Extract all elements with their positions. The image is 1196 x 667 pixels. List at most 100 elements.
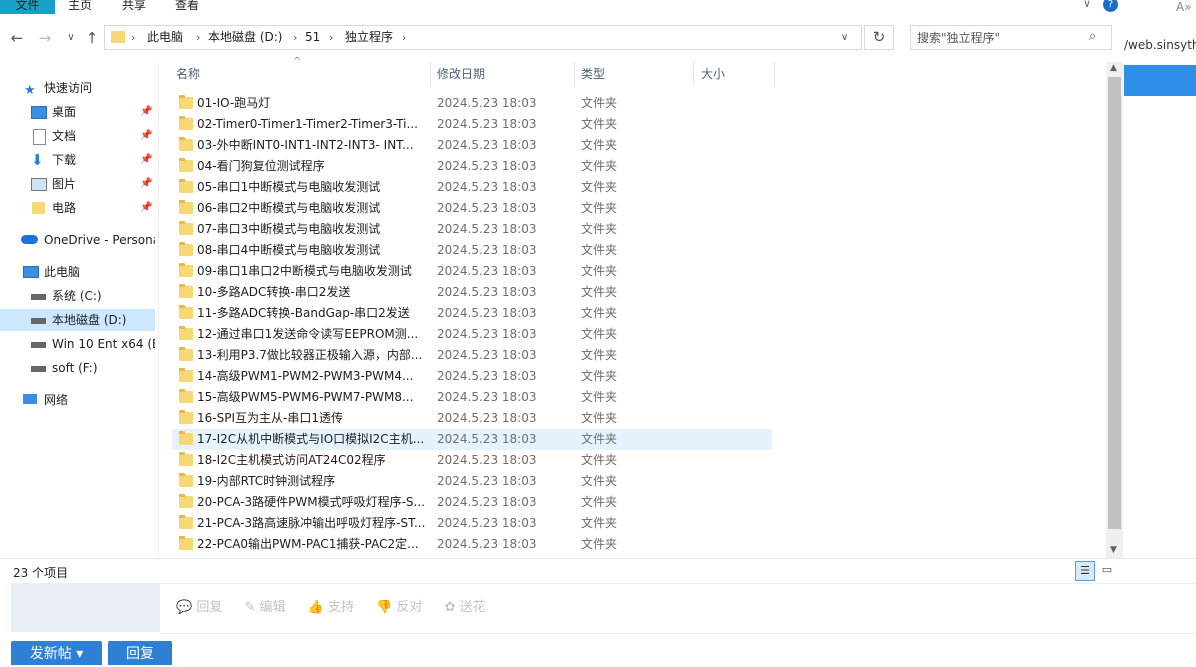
address-bar[interactable]: › 此电脑 › 本地磁盘 (D:) › 51 › 独立程序 › ∨ <box>104 25 862 50</box>
forward-icon[interactable]: → <box>34 26 56 50</box>
column-header-type[interactable]: 类型 <box>581 62 605 86</box>
folder-icon <box>32 202 45 214</box>
file-type: 文件夹 <box>581 369 618 383</box>
sidebar-drive-e[interactable]: Win 10 Ent x64 (E: <box>0 333 155 355</box>
search-icon[interactable]: ⌕ <box>1089 29 1096 44</box>
file-row[interactable]: 19-内部RTC时钟测试程序 2024.5.23 18:03 文件夹 <box>172 471 772 492</box>
file-name: 06-串口2中断模式与电脑收发测试 <box>197 201 381 215</box>
details-view-icon[interactable]: ☰ <box>1075 561 1095 581</box>
file-date: 2024.5.23 18:03 <box>437 117 537 131</box>
search-box[interactable]: ⌕ <box>910 25 1112 50</box>
folder-icon <box>179 389 193 403</box>
file-name: 15-高级PWM5-PWM6-PWM7-PWM8... <box>197 390 414 404</box>
file-type: 文件夹 <box>581 516 618 530</box>
file-row[interactable]: 22-PCA0输出PWM-PAC1捕获-PAC2定... 2024.5.23 18… <box>172 534 772 555</box>
column-divider[interactable] <box>430 62 431 86</box>
reply-action[interactable]: 💬 回复 <box>176 600 222 615</box>
file-row[interactable]: 14-高级PWM1-PWM2-PWM3-PWM4... 2024.5.23 18:… <box>172 366 772 387</box>
breadcrumb-separator[interactable]: › <box>402 26 406 49</box>
tab-home[interactable]: 主页 <box>68 0 92 14</box>
file-type: 文件夹 <box>581 180 618 194</box>
folder-icon <box>179 305 193 319</box>
scroll-up-icon[interactable]: ▲ <box>1110 63 1117 73</box>
file-date: 2024.5.23 18:03 <box>437 327 537 341</box>
file-name: 05-串口1中断模式与电脑收发测试 <box>197 180 381 194</box>
folder-icon <box>179 536 193 550</box>
sidebar-drive-d[interactable]: 本地磁盘 (D:) <box>0 309 155 331</box>
column-divider[interactable] <box>774 62 775 86</box>
edit-action[interactable]: ✎ 编辑 <box>244 600 285 615</box>
large-icons-view-icon[interactable]: ▭ <box>1099 563 1115 577</box>
sidebar-item-downloads[interactable]: ⬇ 下载 📌 <box>0 149 155 171</box>
sidebar-onedrive[interactable]: OneDrive - Persona <box>0 229 155 251</box>
search-input[interactable] <box>917 29 1077 46</box>
sidebar-quick-access[interactable]: ★ 快速访问 <box>0 77 155 99</box>
send-flower-action[interactable]: ✿ 送花 <box>445 600 486 615</box>
file-row[interactable]: 04-看门狗复位测试程序 2024.5.23 18:03 文件夹 <box>172 156 772 177</box>
sidebar-drive-f[interactable]: soft (F:) <box>0 357 155 379</box>
file-row[interactable]: 17-I2C从机中断模式与IO口模拟I2C主机... 2024.5.23 18:0… <box>172 429 772 450</box>
drive-icon <box>31 318 46 324</box>
sidebar-drive-c[interactable]: 系统 (C:) <box>0 285 155 307</box>
file-date: 2024.5.23 18:03 <box>437 222 537 236</box>
folder-icon <box>179 494 193 508</box>
file-row[interactable]: 16-SPI互为主从-串口1透传 2024.5.23 18:03 文件夹 <box>172 408 772 429</box>
file-row[interactable]: 15-高级PWM5-PWM6-PWM7-PWM8... 2024.5.23 18:… <box>172 387 772 408</box>
breadcrumb-separator[interactable]: › <box>131 26 135 49</box>
folder-icon <box>179 347 193 361</box>
breadcrumb-separator[interactable]: › <box>293 26 297 49</box>
column-divider[interactable] <box>693 62 694 86</box>
breadcrumb-51[interactable]: 51 <box>305 26 320 49</box>
recent-locations-icon[interactable]: ∨ <box>60 26 82 50</box>
sidebar-this-pc[interactable]: 此电脑 <box>0 261 155 283</box>
file-row[interactable]: 20-PCA-3路硬件PWM模式呼吸灯程序-S... 2024.5.23 18:0… <box>172 492 772 513</box>
breadcrumb-current-folder[interactable]: 独立程序 <box>345 26 393 49</box>
column-header-date[interactable]: 修改日期 <box>437 62 485 86</box>
new-post-button[interactable]: 发新帖 ▾ <box>11 641 102 665</box>
file-row[interactable]: 09-串口1串口2中断模式与电脑收发测试 2024.5.23 18:03 文件夹 <box>172 261 772 282</box>
column-header-size[interactable]: 大小 <box>701 62 725 86</box>
breadcrumb-drive-d[interactable]: 本地磁盘 (D:) <box>208 26 282 49</box>
file-row[interactable]: 07-串口3中断模式与电脑收发测试 2024.5.23 18:03 文件夹 <box>172 219 772 240</box>
read-aloud-icon[interactable]: A» <box>1176 0 1192 14</box>
file-row[interactable]: 08-串口4中断模式与电脑收发测试 2024.5.23 18:03 文件夹 <box>172 240 772 261</box>
oppose-action[interactable]: 👎 反对 <box>376 600 422 615</box>
tab-share[interactable]: 共享 <box>122 0 146 14</box>
tab-view[interactable]: 查看 <box>175 0 199 14</box>
sidebar-network[interactable]: 网络 <box>0 389 155 411</box>
sidebar-item-documents[interactable]: 文档 📌 <box>0 125 155 147</box>
sidebar-item-pictures[interactable]: 图片 📌 <box>0 173 155 195</box>
file-row[interactable]: 10-多路ADC转换-串口2发送 2024.5.23 18:03 文件夹 <box>172 282 772 303</box>
column-divider[interactable] <box>574 62 575 86</box>
reply-button[interactable]: 回复 <box>108 641 172 665</box>
breadcrumb-separator[interactable]: › <box>196 26 200 49</box>
breadcrumb-separator[interactable]: › <box>329 26 333 49</box>
column-header-name[interactable]: 名称 <box>176 62 200 86</box>
sidebar-item-desktop[interactable]: 桌面 📌 <box>0 101 155 123</box>
file-row[interactable]: 01-IO-跑马灯 2024.5.23 18:03 文件夹 <box>172 93 772 114</box>
file-row[interactable]: 21-PCA-3路高速脉冲输出呼吸灯程序-ST... 2024.5.23 18:0… <box>172 513 772 534</box>
sidebar-item-circuits[interactable]: 电路 📌 <box>0 197 155 219</box>
file-row[interactable]: 18-I2C主机模式访问AT24C02程序 2024.5.23 18:03 文件夹 <box>172 450 772 471</box>
file-row[interactable]: 06-串口2中断模式与电脑收发测试 2024.5.23 18:03 文件夹 <box>172 198 772 219</box>
file-row[interactable]: 02-Timer0-Timer1-Timer2-Timer3-Ti... 2024… <box>172 114 772 135</box>
help-icon[interactable]: ? <box>1103 0 1118 12</box>
breadcrumb-this-pc[interactable]: 此电脑 <box>147 26 183 49</box>
up-icon[interactable]: ↑ <box>81 26 103 50</box>
refresh-button[interactable]: ↻ <box>864 25 894 50</box>
file-type: 文件夹 <box>581 138 618 152</box>
file-row[interactable]: 12-通过串口1发送命令读写EEPROM测... 2024.5.23 18:03 文… <box>172 324 772 345</box>
back-icon[interactable]: ← <box>6 26 28 50</box>
support-action[interactable]: 👍 支持 <box>308 600 354 615</box>
tab-file[interactable]: 文件 <box>0 0 55 14</box>
file-row[interactable]: 13-利用P3.7做比较器正极输入源，内部... 2024.5.23 18:03 文… <box>172 345 772 366</box>
file-row[interactable]: 11-多路ADC转换-BandGap-串口2发送 2024.5.23 18:03 文… <box>172 303 772 324</box>
address-dropdown-icon[interactable]: ∨ <box>841 26 848 49</box>
folder-icon <box>179 221 193 235</box>
scroll-thumb[interactable] <box>1108 77 1121 529</box>
file-row[interactable]: 03-外中断INT0-INT1-INT2-INT3- INT... 2024.5.… <box>172 135 772 156</box>
file-name: 08-串口4中断模式与电脑收发测试 <box>197 243 381 257</box>
ribbon-expand-icon[interactable]: ∨ <box>1083 0 1091 10</box>
scroll-down-icon[interactable]: ▼ <box>1110 545 1117 555</box>
file-row[interactable]: 05-串口1中断模式与电脑收发测试 2024.5.23 18:03 文件夹 <box>172 177 772 198</box>
